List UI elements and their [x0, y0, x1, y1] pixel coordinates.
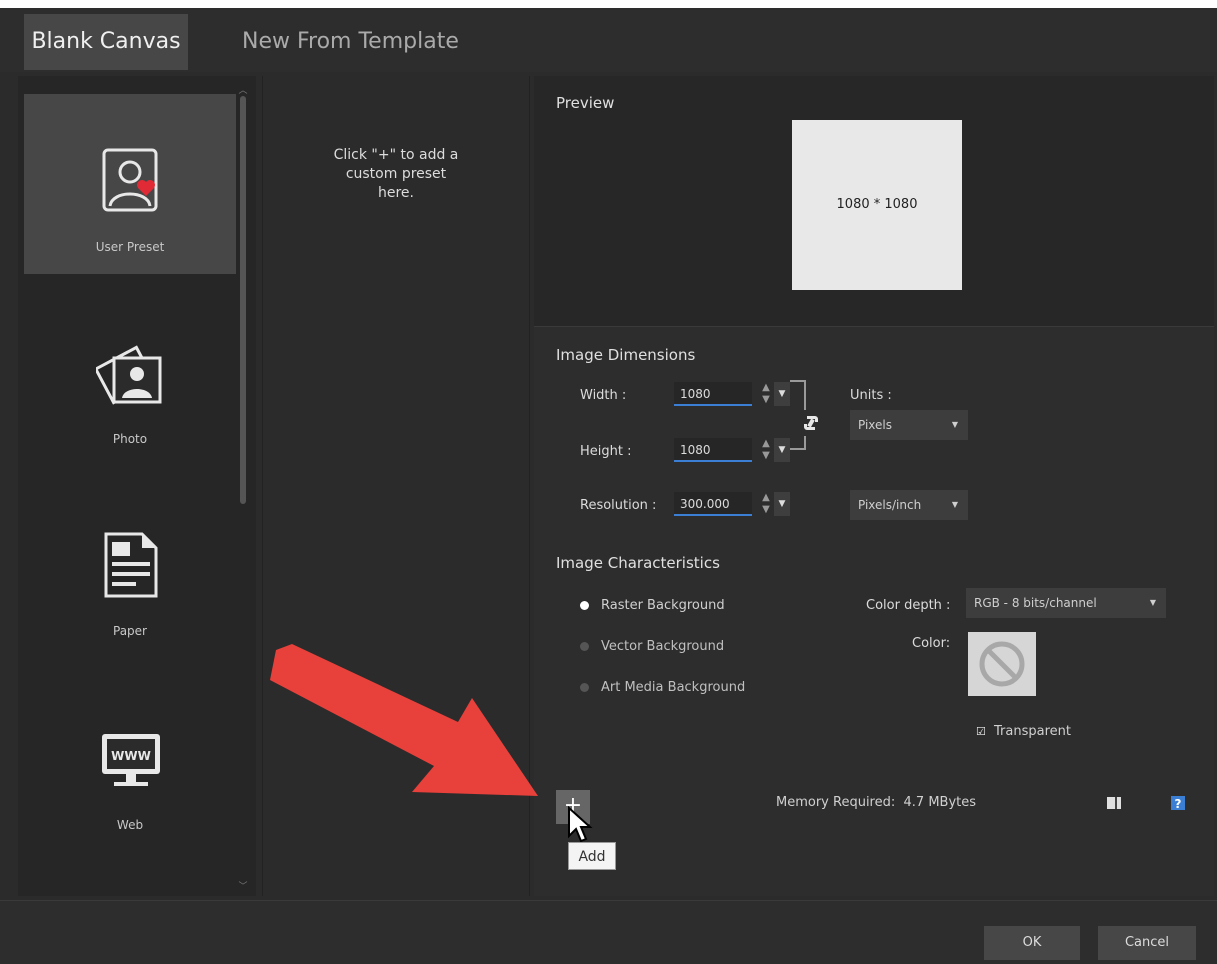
width-label: Width :	[580, 388, 627, 403]
artmedia-background-radio[interactable]: Art Media Background	[580, 680, 745, 695]
dimensions-title: Image Dimensions	[556, 346, 696, 364]
caret-down-icon: ▼	[1149, 598, 1156, 607]
height-label: Height :	[580, 444, 632, 459]
resolution-units-value: Pixels/inch	[858, 498, 922, 512]
photo-icon	[96, 345, 162, 405]
ok-button[interactable]: OK	[984, 926, 1080, 960]
category-label: Web	[116, 818, 144, 832]
preview-section: Preview 1080 * 1080	[534, 76, 1214, 327]
tab-blank-canvas[interactable]: Blank Canvas	[24, 14, 188, 70]
color-label: Color:	[912, 636, 951, 651]
settings-panel: Preview 1080 * 1080	[534, 76, 1214, 896]
units-select[interactable]: Pixels ▼	[850, 410, 968, 440]
radio-unselected-icon	[580, 683, 589, 692]
resolution-label: Resolution :	[580, 498, 657, 513]
color-depth-select[interactable]: RGB - 8 bits/channel ▼	[966, 588, 1166, 618]
resolution-dropdown-button[interactable]: ▼	[774, 492, 790, 516]
memory-value: 4.7 MBytes	[903, 795, 977, 810]
tab-bar: Blank Canvas New From Template	[0, 0, 1217, 72]
memory-info-icon[interactable]	[1106, 795, 1122, 811]
add-tooltip: Add	[568, 842, 616, 870]
width-dropdown-button[interactable]: ▼	[774, 382, 790, 406]
scroll-up-arrow[interactable]: ︿	[238, 86, 248, 96]
units-value: Pixels	[858, 418, 893, 432]
paper-icon	[104, 532, 158, 598]
category-label: Photo	[112, 432, 148, 446]
svg-text:WWW: WWW	[111, 749, 151, 763]
vector-background-label: Vector Background	[601, 639, 725, 654]
category-web[interactable]: WWW Web	[24, 672, 236, 852]
preview-canvas: 1080 * 1080	[792, 120, 962, 290]
memory-required: Memory Required: 4.7 MBytes	[776, 795, 976, 810]
vector-background-radio[interactable]: Vector Background	[580, 639, 724, 654]
category-label: User Preset	[95, 240, 165, 254]
category-label: Paper	[113, 624, 147, 638]
cancel-button[interactable]: Cancel	[1098, 926, 1196, 960]
category-user-preset[interactable]: User Preset	[24, 94, 236, 274]
width-input[interactable]: 1080	[674, 382, 752, 406]
preset-hint-text: Click "+" to add a custom preset here.	[333, 147, 459, 201]
caret-down-icon: ▼	[951, 500, 958, 509]
height-input[interactable]: 1080	[674, 438, 752, 462]
characteristics-title: Image Characteristics	[556, 554, 720, 572]
window-top-edge	[0, 0, 1217, 8]
radio-unselected-icon	[580, 642, 589, 651]
caret-down-icon: ▼	[951, 420, 958, 429]
transparent-checkbox[interactable]: ☑ Transparent	[976, 724, 1071, 739]
help-icon[interactable]: ?	[1170, 795, 1186, 811]
category-list: User Preset Photo Paper WWW Web	[18, 76, 256, 896]
raster-background-radio[interactable]: Raster Background	[580, 598, 725, 613]
aspect-lock-icon[interactable]	[798, 410, 824, 436]
category-paper[interactable]: Paper	[24, 478, 236, 658]
no-color-icon	[979, 641, 1025, 687]
annotation-arrow-icon	[270, 644, 538, 796]
color-depth-value: RGB - 8 bits/channel	[974, 596, 1097, 610]
category-photo[interactable]: Photo	[24, 286, 236, 466]
transparent-label: Transparent	[994, 724, 1071, 739]
resolution-units-select[interactable]: Pixels/inch ▼	[850, 490, 968, 520]
memory-label: Memory Required:	[776, 795, 896, 810]
raster-background-label: Raster Background	[601, 598, 725, 613]
web-icon: WWW	[102, 734, 160, 786]
artmedia-background-label: Art Media Background	[601, 680, 746, 695]
scroll-down-arrow[interactable]: ﹀	[238, 882, 248, 892]
radio-selected-icon	[580, 601, 589, 610]
units-label: Units :	[850, 388, 892, 403]
height-spinner[interactable]: ▲ ▼	[756, 438, 776, 462]
user-preset-icon	[102, 148, 158, 212]
svg-text:?: ?	[1175, 797, 1182, 811]
color-depth-label: Color depth :	[866, 598, 951, 613]
mouse-cursor-icon	[568, 806, 593, 843]
resolution-input[interactable]: 300.000	[674, 492, 752, 516]
width-spinner[interactable]: ▲ ▼	[756, 382, 776, 406]
preview-title: Preview	[556, 94, 615, 112]
height-dropdown-button[interactable]: ▼	[774, 438, 790, 462]
scrollbar-thumb[interactable]	[240, 96, 246, 504]
color-swatch[interactable]	[968, 632, 1036, 696]
tab-new-from-template[interactable]: New From Template	[222, 14, 479, 70]
resolution-spinner[interactable]: ▲ ▼	[756, 492, 776, 516]
checkbox-checked-icon: ☑	[976, 725, 986, 738]
